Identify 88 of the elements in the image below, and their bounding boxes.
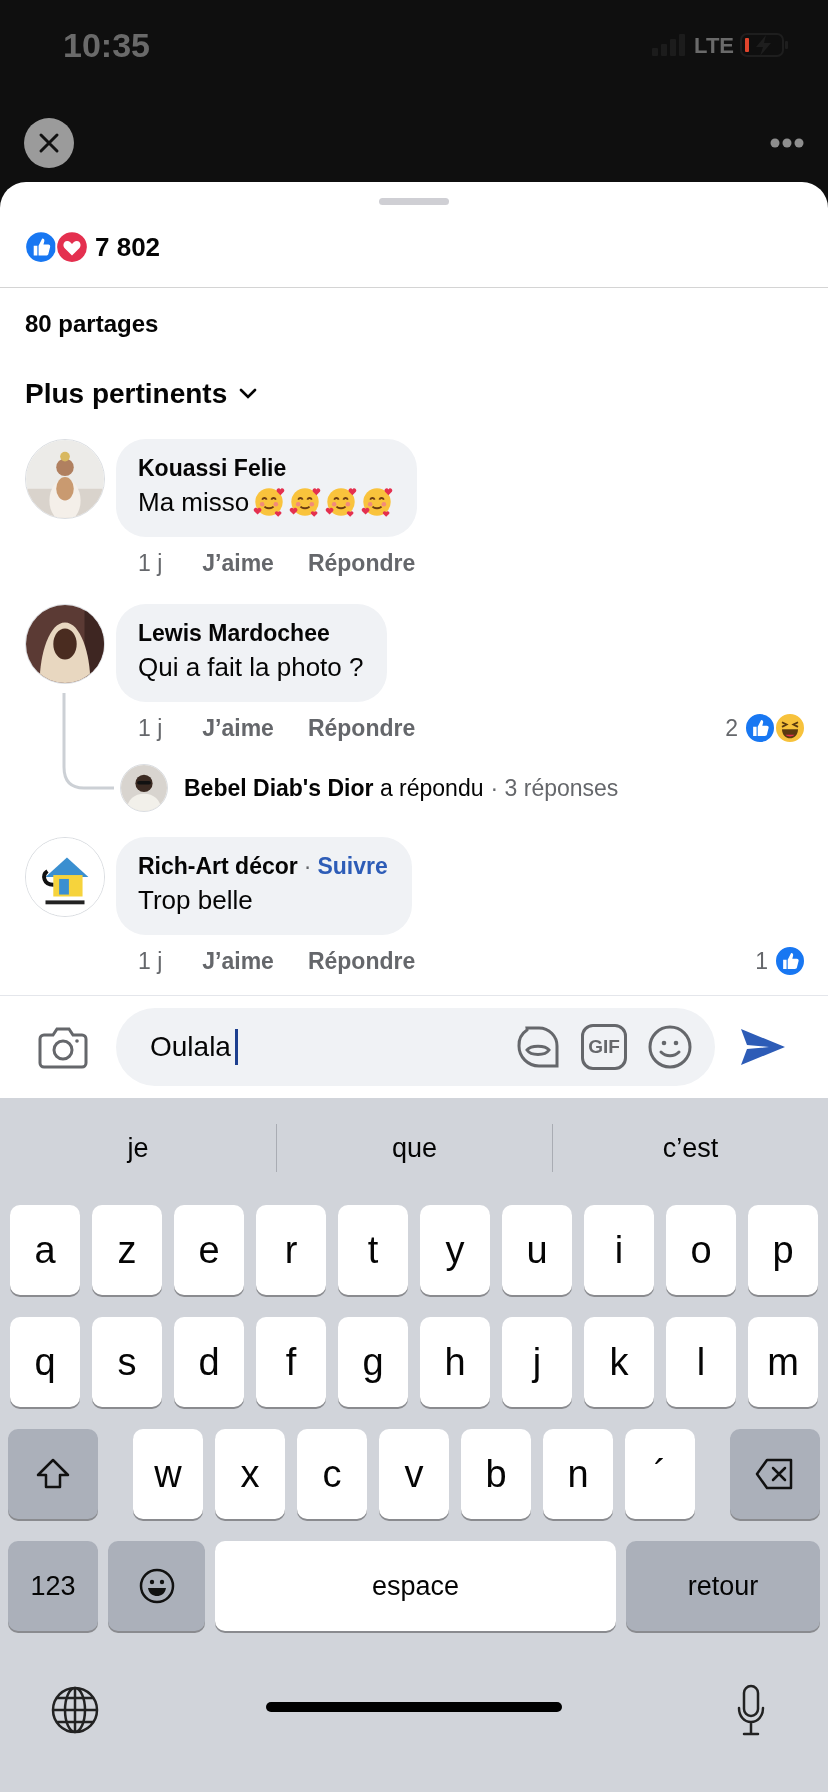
letter-key[interactable]: v <box>379 1429 449 1519</box>
reply-link[interactable]: Répondre <box>307 710 416 746</box>
hearts-face-emoji-icon <box>253 486 286 518</box>
like-link[interactable]: J’aime <box>202 545 274 581</box>
close-icon <box>38 132 60 154</box>
gif-button[interactable]: GIF <box>581 1024 627 1070</box>
letter-key[interactable]: k <box>584 1317 654 1407</box>
camera-icon[interactable] <box>38 1025 88 1069</box>
letter-key[interactable]: ´ <box>625 1429 695 1519</box>
hearts-face-emoji-icon <box>289 486 322 518</box>
sort-dropdown[interactable]: Plus pertinents <box>25 373 258 415</box>
letter-key[interactable]: a <box>10 1205 80 1295</box>
reply-link[interactable]: Répondre <box>307 545 416 581</box>
drag-handle[interactable] <box>379 198 449 205</box>
space-bar[interactable]: espace <box>215 1541 616 1631</box>
author-name[interactable]: Kouassi Felie <box>138 453 287 483</box>
letter-key[interactable]: r <box>256 1205 326 1295</box>
letter-key[interactable]: o <box>666 1205 736 1295</box>
comment-time: 1 j <box>138 713 163 743</box>
smiley-icon <box>138 1568 175 1604</box>
hearts-face-emoji-icon <box>361 486 394 518</box>
author-name[interactable]: Rich-Art décor <box>138 851 298 881</box>
suggestion[interactable]: c’est <box>662 1127 719 1169</box>
shares-count[interactable]: 80 partages <box>25 306 159 342</box>
letter-key[interactable]: j <box>502 1317 572 1407</box>
shift-key[interactable] <box>8 1429 98 1519</box>
suggestion[interactable]: je <box>127 1127 149 1169</box>
reaction-count[interactable]: 2 <box>725 710 738 746</box>
like-link[interactable]: J’aime <box>202 710 274 746</box>
comment-time: 1 j <box>138 946 163 976</box>
separator-dot: · <box>303 852 312 881</box>
shift-icon <box>35 1457 71 1491</box>
follow-link[interactable]: Suivre <box>317 851 388 881</box>
like-icon <box>744 712 776 744</box>
letter-key[interactable]: w <box>133 1429 203 1519</box>
letter-key[interactable]: l <box>666 1317 736 1407</box>
chevron-down-icon <box>239 388 258 400</box>
network-label: LTE <box>694 31 734 60</box>
sticker-icon[interactable] <box>515 1024 561 1070</box>
numbers-key[interactable]: 123 <box>8 1541 98 1631</box>
letter-key[interactable]: m <box>748 1317 818 1407</box>
return-key[interactable]: retour <box>626 1541 820 1631</box>
reaction-count[interactable]: 1 <box>755 943 768 979</box>
letter-key[interactable]: c <box>297 1429 367 1519</box>
letter-key[interactable]: i <box>584 1205 654 1295</box>
hearts-face-emoji-icon <box>325 486 358 518</box>
globe-icon[interactable] <box>50 1684 100 1735</box>
backspace-icon <box>755 1457 795 1491</box>
emoji-key[interactable] <box>108 1541 205 1631</box>
like-link[interactable]: J’aime <box>202 943 274 979</box>
reply-summary[interactable]: Bebel Diab's Dior a répondu <box>184 770 484 806</box>
letter-key[interactable]: z <box>92 1205 162 1295</box>
emoji-icon[interactable] <box>647 1024 693 1070</box>
letter-key[interactable]: g <box>338 1317 408 1407</box>
letter-key[interactable]: q <box>10 1317 80 1407</box>
letter-key[interactable]: t <box>338 1205 408 1295</box>
reaction-count[interactable]: 7 802 <box>95 230 161 264</box>
suggestion[interactable]: que <box>391 1127 438 1169</box>
like-icon <box>24 230 58 264</box>
letter-key[interactable]: p <box>748 1205 818 1295</box>
comment-text: Qui a fait la photo ? <box>138 651 364 684</box>
battery-icon <box>740 33 790 57</box>
letter-key[interactable]: s <box>92 1317 162 1407</box>
letter-key[interactable]: f <box>256 1317 326 1407</box>
comment-text: Ma misso <box>138 486 250 519</box>
status-time: 10:35 <box>63 24 150 66</box>
close-button[interactable] <box>24 118 74 168</box>
letter-key[interactable]: h <box>420 1317 490 1407</box>
text-caret <box>234 1029 238 1065</box>
comment-text: Trop belle <box>138 884 253 917</box>
letter-key[interactable]: u <box>502 1205 572 1295</box>
delete-key[interactable] <box>730 1429 820 1519</box>
send-icon[interactable] <box>739 1027 787 1067</box>
author-name[interactable]: Lewis Mardochee <box>138 618 330 648</box>
letter-key[interactable]: e <box>174 1205 244 1295</box>
like-icon <box>774 945 806 977</box>
more-options-icon[interactable] <box>770 138 804 148</box>
comment-field[interactable]: Oulala GIF <box>116 1008 715 1086</box>
letter-key[interactable]: x <box>215 1429 285 1519</box>
letter-key[interactable]: y <box>420 1205 490 1295</box>
letter-key[interactable]: n <box>543 1429 613 1519</box>
microphone-icon[interactable] <box>736 1683 766 1736</box>
letter-key[interactable]: b <box>461 1429 531 1519</box>
replies-count-link[interactable]: · 3 réponses <box>490 770 619 806</box>
letter-key[interactable]: d <box>174 1317 244 1407</box>
reply-link[interactable]: Répondre <box>307 943 416 979</box>
comment-time: 1 j <box>138 548 163 578</box>
laughing-emoji-icon <box>774 712 806 744</box>
